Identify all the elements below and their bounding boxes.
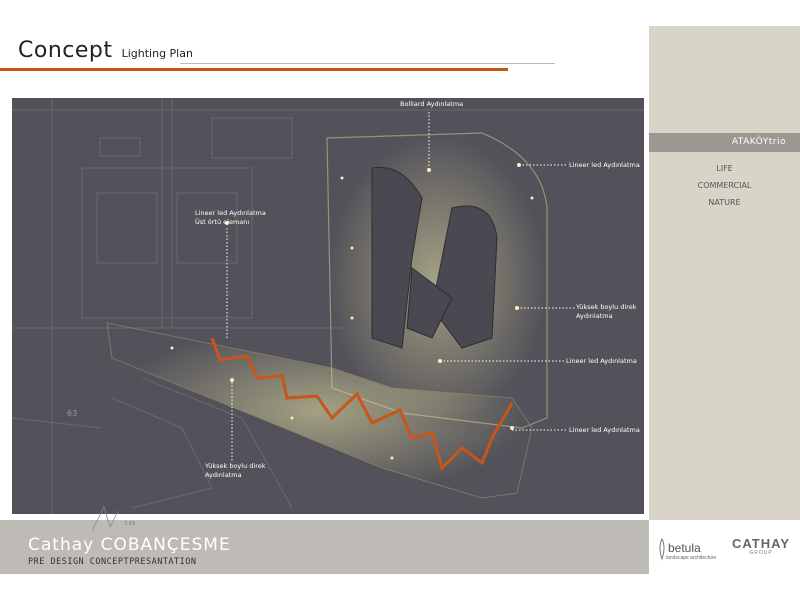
concept-item-commercial: COMMERCIAL: [697, 181, 752, 190]
plan-number-743: 7.43: [124, 521, 135, 527]
project-name-bar: ATAKÖYtrio: [649, 133, 800, 152]
project-name: ATAKÖYtrio: [731, 137, 786, 147]
title-accent-rule: [0, 68, 508, 71]
label-yuksek-right: Yüksek boylu direk Aydınlatma: [576, 303, 637, 321]
label-line: Aydınlatma: [576, 312, 613, 320]
footer-subtitle: PRE DESIGN CONCEPTPRESANTATION: [28, 557, 197, 567]
title-main: Concept: [18, 38, 113, 63]
lighting-plan: 63 Bolliard Aydınlatma Lineer led Aydınl…: [12, 98, 644, 514]
sidebar-panel: [649, 26, 800, 520]
concept-item-life: LIFE: [716, 164, 733, 173]
label-lineer-low-right: Lineer led Aydınlatma: [569, 426, 640, 434]
label-line: Lineer led Aydınlatma: [195, 209, 266, 217]
betula-tag: landscape architecture: [666, 555, 717, 561]
label-line: Üst örtü elemanı: [195, 218, 250, 226]
label-lineer-top-right: Lineer led Aydınlatma: [569, 161, 640, 169]
label-line: Yüksek boylu direk: [205, 462, 266, 470]
footer-title: Cathay COBANÇESME: [28, 535, 231, 555]
label-line: Aydınlatma: [205, 471, 242, 479]
label-yuksek-left: Yüksek boylu direk Aydınlatma: [205, 462, 266, 480]
betula-name: betula: [668, 541, 701, 555]
title-thin-rule: [180, 63, 555, 64]
label-lineer-ust-ortu: Lineer led Aydınlatma Üst örtü elemanı: [195, 209, 266, 227]
betula-logo: betula landscape architecture: [657, 533, 725, 567]
title-subtitle: Lighting Plan: [121, 47, 193, 60]
cathay-logo: CATHAY GROUP: [726, 536, 796, 566]
label-bollard: Bolliard Aydınlatma: [400, 100, 464, 108]
plot-number-63: 63: [67, 409, 77, 418]
concept-list: LIFE COMMERCIAL NATURE: [649, 160, 800, 211]
plan-numbers: 63: [67, 409, 77, 418]
site-plan-drawing: 63: [12, 98, 644, 514]
page-title: Concept Lighting Plan: [18, 38, 193, 63]
cathay-name: CATHAY: [731, 536, 790, 551]
label-lineer-mid-right: Lineer led Aydınlatma: [566, 357, 637, 365]
sketch-mark: 7.43: [91, 505, 135, 532]
label-line: Yüksek boylu direk: [576, 303, 637, 311]
concept-item-nature: NATURE: [708, 198, 741, 207]
